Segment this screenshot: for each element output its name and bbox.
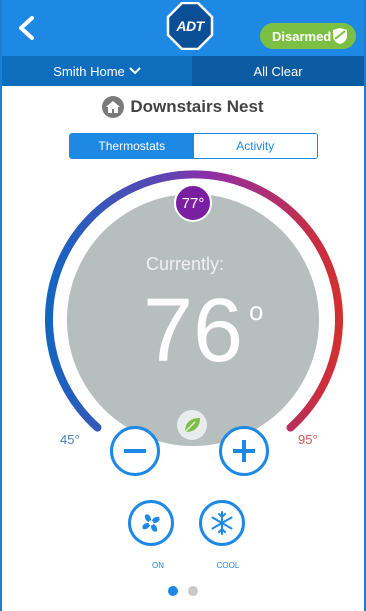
max-temp-label: 95°	[298, 432, 318, 447]
fan-icon	[142, 514, 160, 532]
current-label: Currently:	[145, 254, 225, 274]
setpoint-knob[interactable]: 77°	[174, 184, 212, 222]
degree-symbol: o	[249, 296, 264, 326]
leaf-icon	[177, 410, 207, 440]
plus-icon	[233, 440, 255, 462]
snowflake-icon	[211, 511, 233, 535]
min-temp-label: 45°	[60, 432, 80, 447]
fan-mode-label: ON	[152, 561, 164, 570]
current-temperature: 76	[142, 281, 244, 381]
increase-temp-button[interactable]	[219, 426, 269, 476]
cool-mode-label: COOL	[216, 561, 240, 570]
page-dot-inactive[interactable]	[188, 586, 198, 596]
fan-mode-button[interactable]	[128, 500, 174, 546]
decrease-temp-button[interactable]	[110, 426, 160, 476]
app-screen: ADT Disarmed Smith Home All Clear Downst…	[0, 0, 366, 611]
page-dot-active[interactable]	[168, 586, 178, 596]
minus-icon	[124, 449, 146, 453]
page-indicator	[2, 586, 364, 596]
cool-mode-button[interactable]	[199, 500, 245, 546]
